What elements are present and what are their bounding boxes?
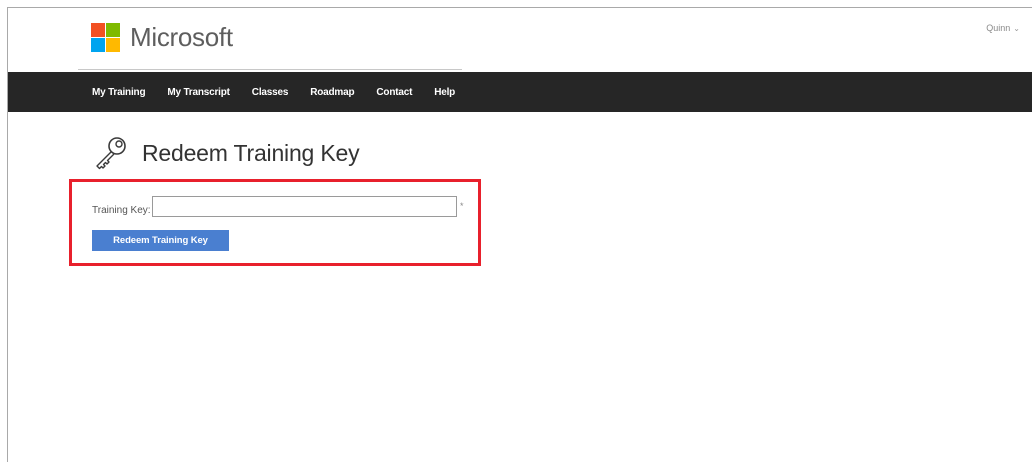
site-header: Microsoft Quinn ⌄ bbox=[8, 8, 1032, 70]
user-name: Quinn bbox=[986, 23, 1011, 33]
microsoft-logo[interactable]: Microsoft bbox=[91, 22, 233, 53]
nav-item-my-training[interactable]: My Training bbox=[92, 87, 146, 98]
page-heading: Redeem Training Key bbox=[90, 133, 360, 173]
nav-item-classes[interactable]: Classes bbox=[252, 87, 289, 98]
redeem-training-key-button[interactable]: Redeem Training Key bbox=[92, 230, 229, 251]
nav-menu: My Training My Transcript Classes Roadma… bbox=[92, 72, 477, 112]
nav-item-contact[interactable]: Contact bbox=[376, 87, 412, 98]
logo-square-red bbox=[91, 23, 105, 37]
app-frame: Microsoft Quinn ⌄ My Training My Transcr… bbox=[7, 7, 1032, 462]
user-menu[interactable]: Quinn ⌄ bbox=[986, 23, 1020, 33]
logo-square-blue bbox=[91, 38, 105, 52]
header-divider bbox=[78, 69, 462, 70]
required-indicator: * bbox=[460, 201, 464, 211]
microsoft-logo-icon bbox=[91, 23, 120, 52]
training-key-label: Training Key: bbox=[92, 205, 151, 216]
nav-item-roadmap[interactable]: Roadmap bbox=[310, 87, 354, 98]
logo-square-yellow bbox=[106, 38, 120, 52]
logo-square-green bbox=[106, 23, 120, 37]
page-title: Redeem Training Key bbox=[142, 139, 360, 166]
nav-item-my-transcript[interactable]: My Transcript bbox=[167, 87, 230, 98]
key-icon bbox=[96, 137, 126, 170]
training-key-input[interactable] bbox=[152, 196, 457, 217]
brand-name: Microsoft bbox=[130, 22, 233, 52]
nav-item-help[interactable]: Help bbox=[434, 87, 455, 98]
main-navbar: My Training My Transcript Classes Roadma… bbox=[8, 72, 1032, 112]
chevron-down-icon: ⌄ bbox=[1013, 23, 1020, 33]
highlight-annotation bbox=[69, 179, 481, 266]
